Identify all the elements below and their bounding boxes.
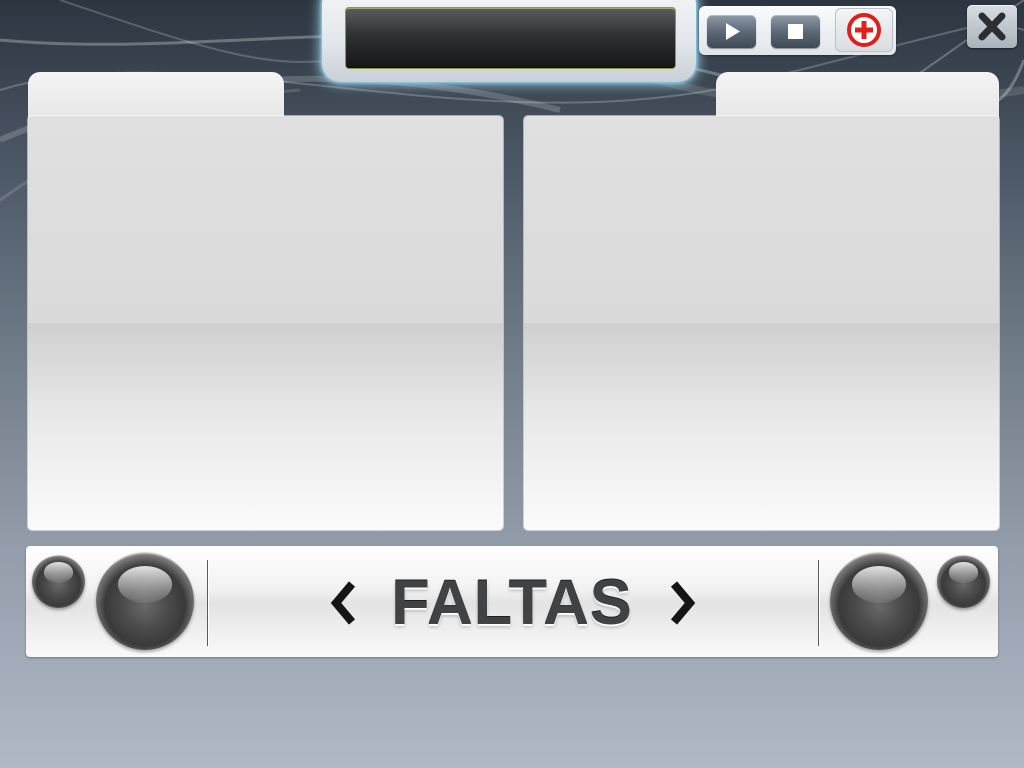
left-panel [28,116,503,530]
big-right-knob[interactable] [830,552,928,650]
add-button[interactable] [835,8,893,52]
right-panel [524,116,999,530]
section-title: FALTAS [391,568,633,638]
status-display [345,7,676,69]
right-divider [818,560,819,646]
close-icon [978,12,1006,41]
left-panel-tab[interactable] [28,72,284,120]
left-divider [207,560,208,646]
stop-icon [788,24,803,39]
chevron-right-icon [670,581,696,625]
previous-section-button[interactable] [326,580,362,626]
close-button[interactable] [967,5,1017,48]
small-right-knob[interactable] [937,555,990,608]
next-section-button[interactable] [664,580,700,626]
add-circle-icon [847,13,881,47]
right-panel-tab[interactable] [716,72,999,120]
play-icon [726,23,740,40]
stop-button[interactable] [771,15,820,48]
small-left-knob[interactable] [32,555,85,608]
big-left-knob[interactable] [96,552,194,650]
play-button[interactable] [707,15,756,48]
playback-controls [699,6,896,55]
chevron-left-icon [330,581,356,625]
